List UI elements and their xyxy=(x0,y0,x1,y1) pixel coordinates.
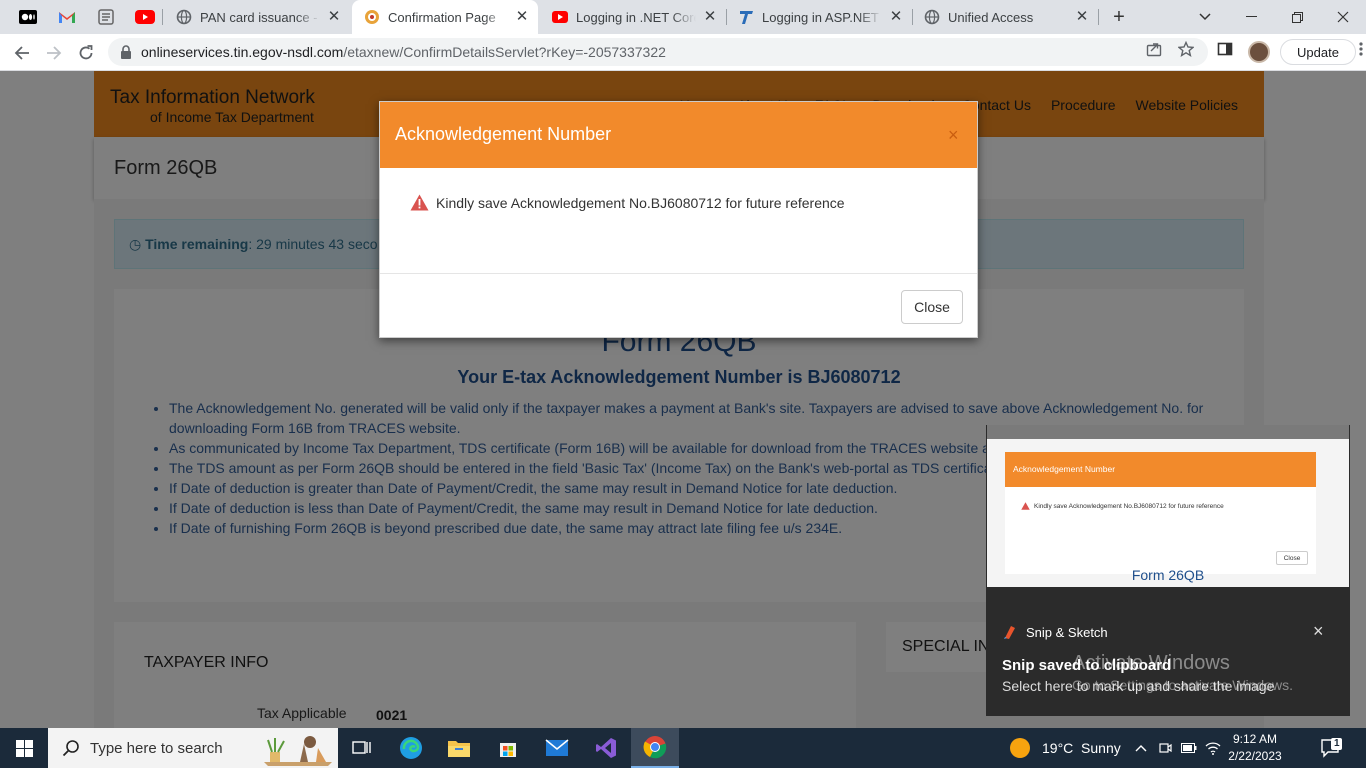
nsdl-logo-icon xyxy=(364,9,380,25)
modal-message: Kindly save Acknowledgement No.BJ6080712… xyxy=(410,194,845,211)
thumbnail-modal-message: Kindly save Acknowledgement No.BJ6080712… xyxy=(1021,502,1224,510)
forward-arrow-icon[interactable] xyxy=(40,39,68,67)
close-tab-icon[interactable]: ✕ xyxy=(888,9,904,25)
share-icon[interactable] xyxy=(1145,40,1163,58)
snip-thumbnail[interactable]: Acknowledgement Number Kindly save Ackno… xyxy=(987,425,1349,587)
youtube-icon xyxy=(552,9,568,25)
menu-dots-icon[interactable] xyxy=(1358,40,1364,58)
close-tab-icon[interactable]: ✕ xyxy=(1074,9,1090,25)
side-panel-icon[interactable] xyxy=(1216,40,1234,58)
windows-taskbar: Type here to search 19°C Sunny 9:12 AM 2… xyxy=(0,728,1366,768)
url-path: /etaxnew/ConfirmDetailsServlet?rKey=-205… xyxy=(343,44,666,60)
thumbnail-modal: Acknowledgement Number Kindly save Ackno… xyxy=(1005,452,1316,574)
close-tab-icon[interactable]: ✕ xyxy=(514,9,530,25)
meet-now-icon[interactable] xyxy=(1157,740,1173,756)
visual-studio-icon[interactable] xyxy=(582,728,630,768)
tab-divider xyxy=(162,9,163,25)
file-explorer-icon[interactable] xyxy=(435,728,483,768)
back-arrow-icon[interactable] xyxy=(8,39,36,67)
modal-footer-divider xyxy=(380,273,977,274)
close-button[interactable]: Close xyxy=(901,290,963,324)
gmail-pinned-tab-icon[interactable] xyxy=(56,6,78,28)
modal-title: Acknowledgement Number xyxy=(395,124,612,144)
warning-icon xyxy=(1021,502,1030,510)
tab-logging-net-core[interactable]: Logging in .NET Core 3 ✕ xyxy=(540,0,726,34)
notification-count: 1 xyxy=(1334,738,1340,749)
tab-label: Unified Access xyxy=(948,9,1034,25)
profile-avatar[interactable] xyxy=(1248,41,1270,63)
tab-label: Confirmation Page xyxy=(388,9,496,25)
taskbar-clock[interactable]: 9:12 AM 2/22/2023 xyxy=(1222,731,1288,765)
new-tab-button[interactable]: + xyxy=(1096,0,1142,34)
restore-button[interactable] xyxy=(1274,0,1320,34)
minimize-button[interactable] xyxy=(1228,0,1274,34)
acknowledgement-modal: Acknowledgement Number × Kindly save Ack… xyxy=(379,101,978,338)
tab-label: Logging in .NET Core 3 xyxy=(576,9,696,25)
lock-icon xyxy=(121,45,131,59)
sun-icon xyxy=(1010,738,1030,758)
clock-time: 9:12 AM xyxy=(1232,732,1278,746)
weather-widget[interactable]: 19°C Sunny xyxy=(1010,738,1121,758)
tab-label: PAN card issuance - on xyxy=(200,9,320,25)
thumbnail-close-button: Close xyxy=(1276,551,1308,565)
clock-date: 2/22/2023 xyxy=(1228,749,1282,763)
chrome-icon[interactable] xyxy=(631,728,679,768)
url-text: onlineservices.tin.egov-nsdl.com/etaxnew… xyxy=(141,44,666,60)
tab-pan-card[interactable]: PAN card issuance - on ✕ xyxy=(164,0,350,34)
microsoft-store-icon[interactable] xyxy=(484,728,532,768)
thumbnail-modal-title: Acknowledgement Number xyxy=(1013,464,1116,474)
thumbnail-modal-header: Acknowledgement Number xyxy=(1005,452,1316,487)
tab-logging-asp-net[interactable]: Logging in ASP.NET Co ✕ xyxy=(726,0,912,34)
start-button[interactable] xyxy=(0,728,48,768)
tab-label: Logging in ASP.NET Co xyxy=(762,9,882,25)
medium-pinned-tab-icon[interactable] xyxy=(17,6,39,28)
wifi-icon[interactable] xyxy=(1205,740,1221,756)
toast-close-icon[interactable]: × xyxy=(1313,621,1324,642)
youtube-pinned-tab-icon[interactable] xyxy=(134,6,156,28)
modal-message-text: Kindly save Acknowledgement No.BJ6080712… xyxy=(436,194,845,211)
windows-logo-icon xyxy=(15,739,33,757)
toast-app-header: Snip & Sketch xyxy=(1002,624,1108,640)
warning-icon xyxy=(410,194,429,211)
close-window-button[interactable] xyxy=(1320,0,1366,34)
thumbnail-message-text: Kindly save Acknowledgement No.BJ6080712… xyxy=(1034,502,1224,510)
edge-icon[interactable] xyxy=(387,728,435,768)
search-highlight-illustration-icon xyxy=(264,736,332,766)
browser-toolbar: onlineservices.tin.egov-nsdl.com/etaxnew… xyxy=(0,34,1366,71)
battery-icon[interactable] xyxy=(1181,740,1197,756)
search-placeholder: Type here to search xyxy=(90,739,223,757)
close-tab-icon[interactable]: ✕ xyxy=(326,9,342,25)
globe-icon xyxy=(176,9,192,25)
url-host: onlineservices.tin.egov-nsdl.com xyxy=(141,44,344,60)
update-button[interactable]: Update xyxy=(1280,39,1356,65)
toast-app-name: Snip & Sketch xyxy=(1026,624,1108,640)
docs-pinned-tab-icon[interactable] xyxy=(95,6,117,28)
activate-windows-watermark: Activate Windows xyxy=(1072,652,1230,674)
weather-text: 19°C Sunny xyxy=(1042,740,1121,756)
modal-header: Acknowledgement Number × xyxy=(380,102,977,168)
close-tab-icon[interactable]: ✕ xyxy=(702,9,718,25)
notification-center-icon[interactable]: 1 xyxy=(1320,738,1344,758)
mail-icon[interactable] xyxy=(533,728,581,768)
show-hidden-icons-chevron-icon[interactable] xyxy=(1133,740,1149,756)
browser-tab-strip: PAN card issuance - on ✕ Confirmation Pa… xyxy=(0,0,1366,34)
address-bar[interactable]: onlineservices.tin.egov-nsdl.com/etaxnew… xyxy=(108,38,1208,66)
snip-sketch-icon xyxy=(1004,626,1015,639)
modal-close-icon[interactable]: × xyxy=(948,126,959,144)
thumbnail-form-heading: Form 26QB xyxy=(1131,567,1205,583)
globe-icon xyxy=(924,9,940,25)
t-logo-icon xyxy=(738,9,754,25)
tab-unified-access[interactable]: Unified Access ✕ xyxy=(912,0,1098,34)
tab-confirmation-page[interactable]: Confirmation Page ✕ xyxy=(352,0,538,34)
activate-windows-subtext: Go to Settings to activate Windows. xyxy=(1072,677,1293,693)
search-icon xyxy=(62,740,79,757)
tab-search-chevron-icon[interactable] xyxy=(1182,0,1228,34)
taskbar-search[interactable]: Type here to search xyxy=(48,728,338,768)
task-view-icon[interactable] xyxy=(338,728,386,768)
reload-icon[interactable] xyxy=(72,39,100,67)
bookmark-star-icon[interactable] xyxy=(1177,40,1195,58)
